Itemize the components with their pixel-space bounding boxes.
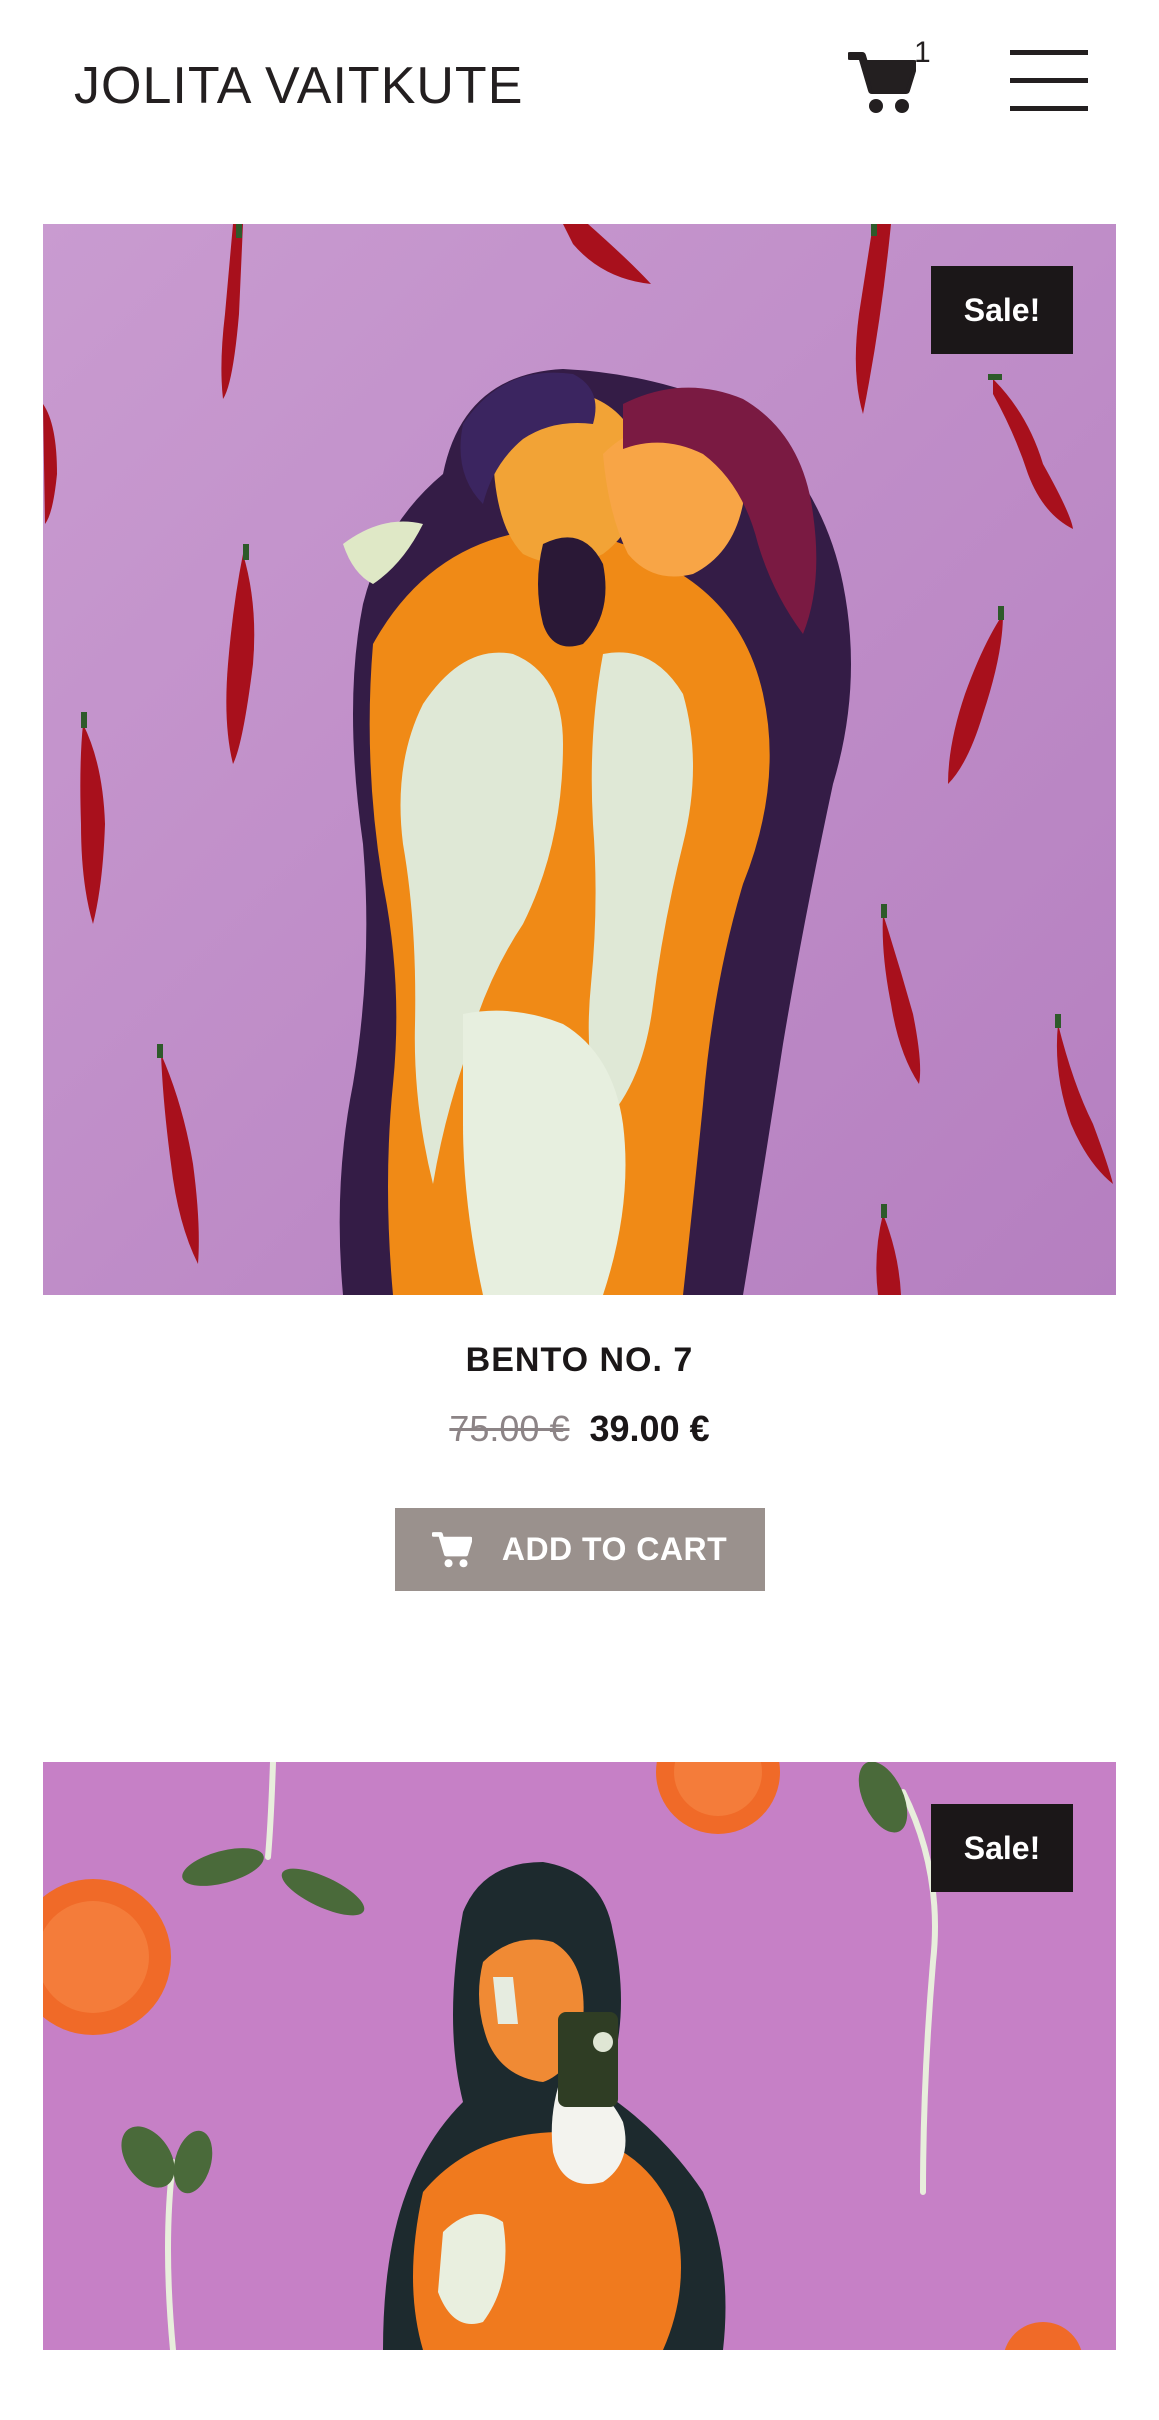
sale-badge: Sale! (931, 1804, 1073, 1892)
original-price: 75.00 € (449, 1408, 570, 1449)
hamburger-menu-icon[interactable] (1010, 48, 1088, 114)
product-card: Sale! BENTO NO. 7 75.00 € 39.00 € ADD TO… (43, 224, 1116, 1591)
sale-badge: Sale! (931, 266, 1073, 354)
add-to-cart-label: ADD TO CART (501, 1531, 728, 1567)
artwork-illustration (43, 224, 1116, 1295)
cart-count-badge: 1 (914, 36, 931, 69)
cart-icon (431, 1531, 472, 1569)
sale-price: 39.00 € (589, 1408, 710, 1449)
cart-icon (848, 52, 916, 113)
product-title[interactable]: BENTO NO. 7 (43, 1341, 1116, 1380)
site-header: JOLITA VAITKUTE 1 (0, 0, 1159, 180)
page: JOLITA VAITKUTE 1 Sale! BENTO NO. 7 75.0… (0, 0, 1159, 2420)
add-to-cart-button[interactable]: ADD TO CART (394, 1508, 765, 1591)
product-image[interactable]: Sale! (43, 224, 1116, 1295)
product-image[interactable]: Sale! (43, 1762, 1116, 2350)
product-card: Sale! (43, 1762, 1116, 2350)
site-title[interactable]: JOLITA VAITKUTE (74, 56, 523, 116)
price: 75.00 € 39.00 € (43, 1408, 1116, 1450)
